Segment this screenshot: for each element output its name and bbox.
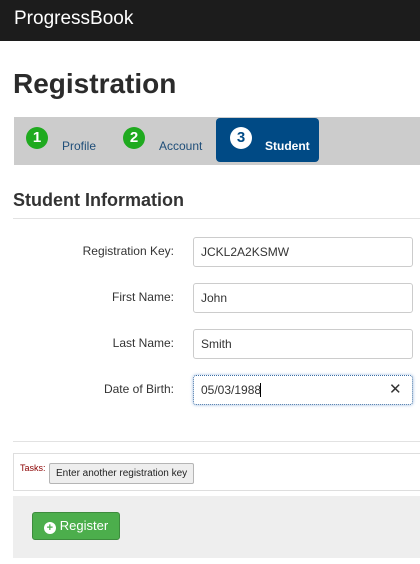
last-name-row: Last Name: xyxy=(0,329,420,359)
text-caret xyxy=(260,383,261,397)
tasks-label: Tasks: xyxy=(20,463,46,473)
page-title: Registration xyxy=(13,68,177,99)
date-of-birth-input[interactable] xyxy=(193,375,413,405)
date-of-birth-row: Date of Birth: ✕ xyxy=(0,375,420,405)
step-account[interactable]: 2 Account xyxy=(114,117,214,165)
app-brand[interactable]: ProgressBook xyxy=(14,8,133,30)
date-of-birth-label: Date of Birth: xyxy=(103,382,174,396)
step-student-active[interactable]: 3 Student xyxy=(216,118,319,162)
first-name-row: First Name: xyxy=(0,283,420,313)
section-title: Student Information xyxy=(13,190,184,210)
first-name-label: First Name: xyxy=(111,290,174,304)
step-2-number-icon: 2 xyxy=(123,127,145,149)
step-profile[interactable]: 1 Profile xyxy=(14,117,114,165)
step-1-number-icon: 1 xyxy=(26,127,48,149)
tasks-bar: Tasks: Enter another registration key xyxy=(13,453,420,491)
plus-circle-icon: + xyxy=(43,522,56,534)
last-name-label: Last Name: xyxy=(112,336,174,350)
step-1-label: Profile xyxy=(62,139,97,153)
registration-steps: 1 Profile 2 Account 3 Student xyxy=(14,117,420,165)
step-3-number-icon: 3 xyxy=(230,127,252,149)
step-3-label: Student xyxy=(265,139,310,153)
enter-another-key-button[interactable]: Enter another registration key xyxy=(49,463,195,484)
clear-icon[interactable]: ✕ xyxy=(389,380,402,398)
registration-key-input[interactable] xyxy=(193,237,413,267)
form-divider xyxy=(13,441,420,442)
last-name-input[interactable] xyxy=(193,329,413,359)
first-name-input[interactable] xyxy=(193,283,413,313)
form-actions: + Register xyxy=(13,496,420,558)
register-button[interactable]: + Register xyxy=(32,512,120,540)
register-button-label: Register xyxy=(59,518,109,533)
step-2-label: Account xyxy=(159,139,203,153)
section-divider xyxy=(13,218,420,219)
top-navbar: ProgressBook xyxy=(0,0,420,41)
registration-key-row: Registration Key: xyxy=(0,237,420,267)
registration-key-label: Registration Key: xyxy=(82,244,174,258)
